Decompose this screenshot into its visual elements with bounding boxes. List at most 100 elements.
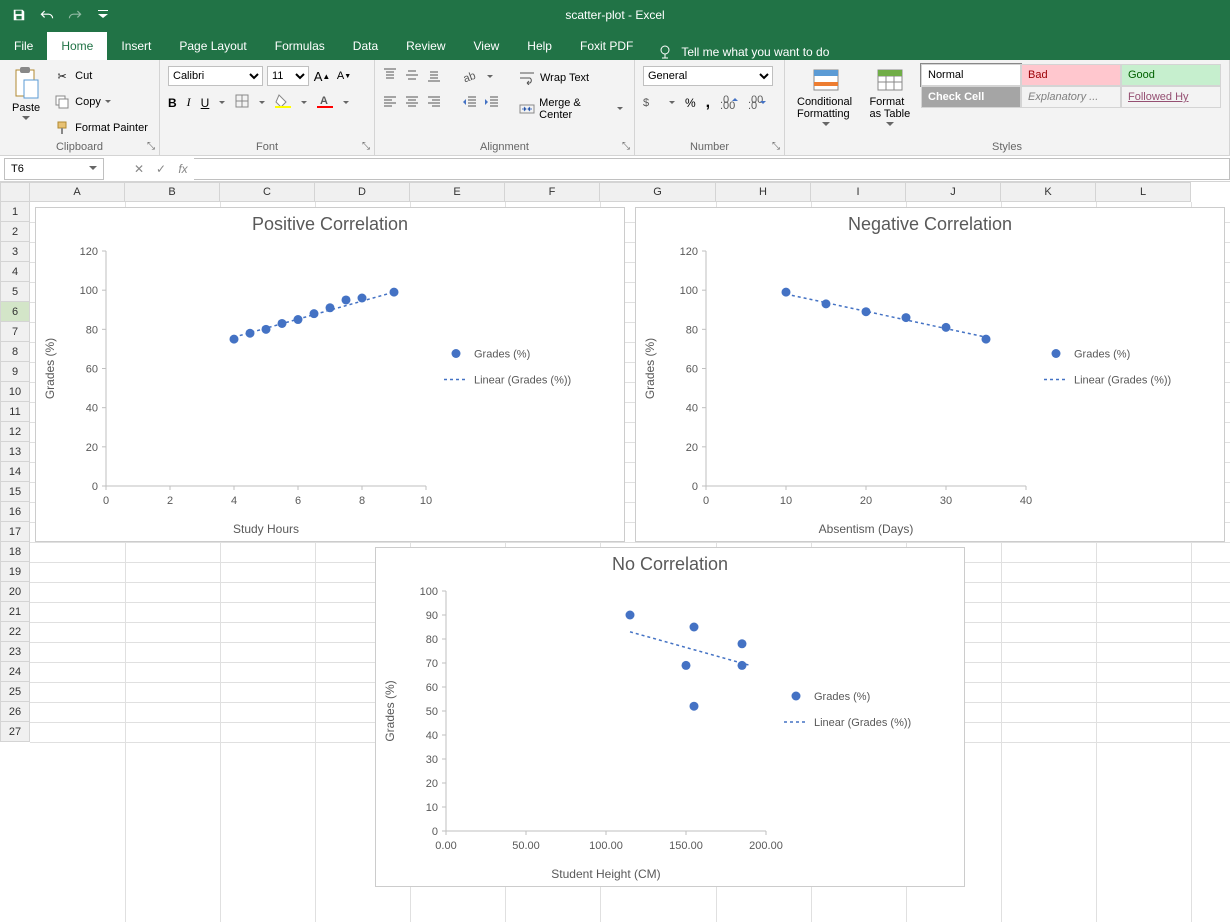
column-header[interactable]: H [716,182,811,202]
font-color-button[interactable]: A [317,94,333,111]
italic-button[interactable]: I [187,95,191,110]
increase-font-icon[interactable]: A▲ [313,67,331,85]
column-header[interactable]: D [315,182,410,202]
worksheet-grid[interactable]: 1234567891011121314151617181920212223242… [0,202,1230,922]
style-bad[interactable]: Bad [1021,64,1121,86]
row-header[interactable]: 10 [0,382,30,402]
decrease-indent-icon[interactable] [463,95,477,112]
cancel-icon[interactable]: ✕ [128,158,150,180]
enter-icon[interactable]: ✓ [150,158,172,180]
format-as-table-button[interactable]: Format as Table [865,64,915,128]
decrease-decimal-icon[interactable]: .00.0 [748,95,766,112]
row-header[interactable]: 26 [0,702,30,722]
row-header[interactable]: 9 [0,362,30,382]
row-header[interactable]: 27 [0,722,30,742]
font-size-select[interactable]: 11 [267,66,309,86]
chart-negative-correlation[interactable]: Negative Correlation 0204060801001200102… [635,207,1225,542]
column-header[interactable]: C [220,182,315,202]
conditional-formatting-button[interactable]: Conditional Formatting [793,64,859,128]
row-header[interactable]: 17 [0,522,30,542]
row-header[interactable]: 4 [0,262,30,282]
row-header[interactable]: 14 [0,462,30,482]
row-header[interactable]: 20 [0,582,30,602]
underline-button[interactable]: U [201,96,210,110]
align-left-icon[interactable] [383,95,397,112]
row-header[interactable]: 1 [0,202,30,222]
column-header[interactable]: L [1096,182,1191,202]
row-header[interactable]: 21 [0,602,30,622]
row-header[interactable]: 25 [0,682,30,702]
tell-me[interactable]: Tell me what you want to do [647,44,839,60]
format-painter-button[interactable]: Format Painter [50,118,151,138]
font-name-select[interactable]: Calibri [168,66,263,86]
undo-icon[interactable] [38,6,56,24]
align-top-icon[interactable] [383,68,397,85]
save-icon[interactable] [10,6,28,24]
row-header[interactable]: 11 [0,402,30,422]
tab-formulas[interactable]: Formulas [261,32,339,60]
qat-customize-icon[interactable] [94,6,112,24]
row-header[interactable]: 19 [0,562,30,582]
fx-icon[interactable]: fx [172,158,194,180]
chart-positive-correlation[interactable]: Positive Correlation 0204060801001200246… [35,207,625,542]
merge-center-button[interactable]: Merge & Center [515,96,626,122]
row-header[interactable]: 15 [0,482,30,502]
tab-page-layout[interactable]: Page Layout [165,32,260,60]
orientation-icon[interactable]: ab [463,68,479,85]
clipboard-launcher-icon[interactable]: ⤡ [147,141,155,152]
tab-foxit[interactable]: Foxit PDF [566,32,647,60]
column-header[interactable]: E [410,182,505,202]
wrap-text-button[interactable]: Wrap Text [515,68,626,88]
name-box[interactable]: T6 [4,158,104,180]
tab-help[interactable]: Help [513,32,566,60]
fill-color-button[interactable] [275,94,291,111]
tab-data[interactable]: Data [339,32,392,60]
row-header[interactable]: 5 [0,282,30,302]
decrease-font-icon[interactable]: A▼ [335,67,353,85]
accounting-icon[interactable]: $ [643,95,659,112]
row-header[interactable]: 22 [0,622,30,642]
style-followed-hyperlink[interactable]: Followed Hy [1121,86,1221,108]
row-header[interactable]: 6 [0,302,30,322]
column-header[interactable]: J [906,182,1001,202]
paste-button[interactable]: Paste [8,64,44,122]
alignment-launcher-icon[interactable]: ⤡ [622,141,630,152]
row-header[interactable]: 18 [0,542,30,562]
column-header[interactable]: I [811,182,906,202]
row-header[interactable]: 16 [0,502,30,522]
increase-indent-icon[interactable] [485,95,499,112]
tab-view[interactable]: View [460,32,514,60]
chart-no-correlation[interactable]: No Correlation 01020304050607080901000.0… [375,547,965,887]
row-header[interactable]: 7 [0,322,30,342]
style-explanatory[interactable]: Explanatory ... [1021,86,1121,108]
redo-icon[interactable] [66,6,84,24]
increase-decimal-icon[interactable]: .0.00 [720,95,738,112]
row-header[interactable]: 8 [0,342,30,362]
style-normal[interactable]: Normal [921,64,1021,86]
font-launcher-icon[interactable]: ⤡ [362,141,370,152]
percent-icon[interactable]: % [685,96,696,110]
row-header[interactable]: 3 [0,242,30,262]
formula-input[interactable] [194,158,1230,180]
row-header[interactable]: 23 [0,642,30,662]
number-launcher-icon[interactable]: ⤡ [772,141,780,152]
column-header[interactable]: K [1001,182,1096,202]
style-check-cell[interactable]: Check Cell [921,86,1021,108]
tab-review[interactable]: Review [392,32,459,60]
select-all-corner[interactable] [0,182,30,202]
style-good[interactable]: Good [1121,64,1221,86]
tab-file[interactable]: File [0,32,47,60]
borders-button[interactable] [235,94,249,111]
tab-insert[interactable]: Insert [107,32,165,60]
align-middle-icon[interactable] [405,68,419,85]
column-header[interactable]: G [600,182,716,202]
cut-button[interactable]: ✂Cut [50,66,151,86]
row-header[interactable]: 13 [0,442,30,462]
column-header[interactable]: B [125,182,220,202]
row-header[interactable]: 24 [0,662,30,682]
comma-icon[interactable]: , [706,94,710,112]
column-header[interactable]: A [30,182,125,202]
row-header[interactable]: 2 [0,222,30,242]
align-right-icon[interactable] [427,95,441,112]
copy-button[interactable]: Copy [50,92,151,112]
